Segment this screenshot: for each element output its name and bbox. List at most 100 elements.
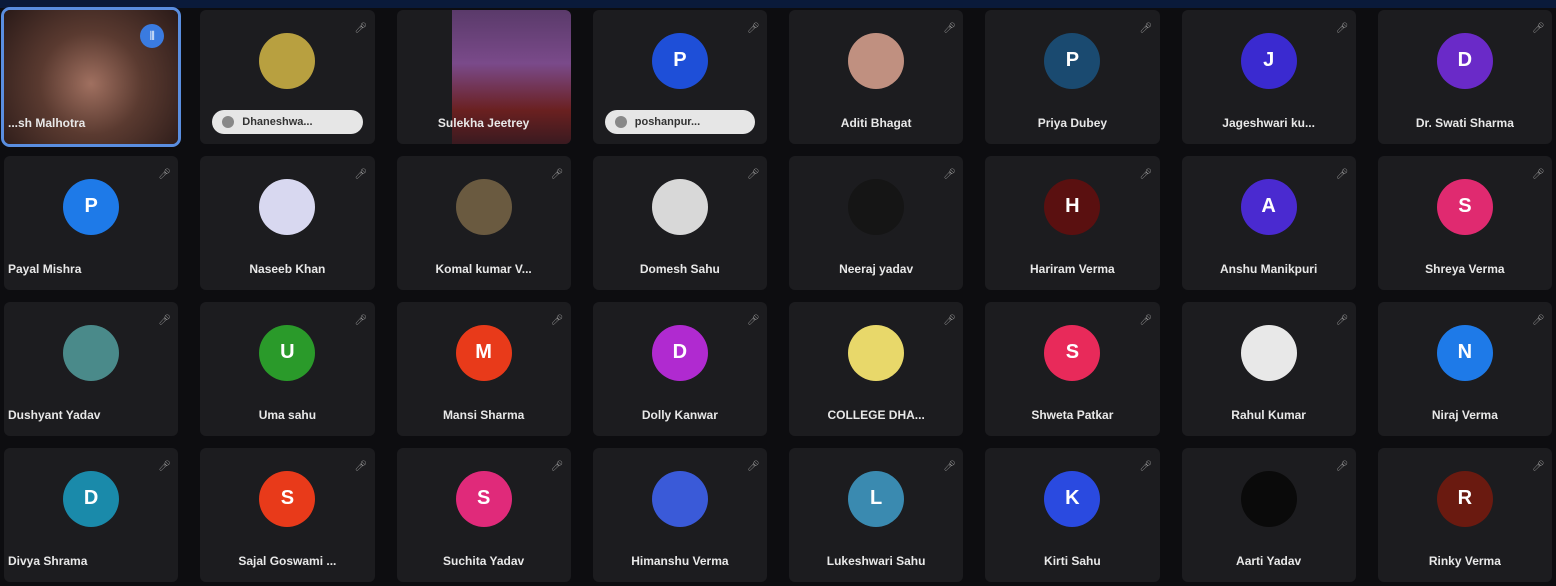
participant-name: Rahul Kumar <box>1231 408 1306 422</box>
participant-name: Domesh Sahu <box>639 262 720 276</box>
mic-off-icon: 🎤︎ <box>354 315 368 326</box>
participant-name: Niraj Verma <box>1431 408 1498 422</box>
participant-name: Neeraj yadav <box>839 262 914 276</box>
participant-tile[interactable]: Sulekha Jeetrey <box>396 10 571 144</box>
avatar: H <box>1044 178 1101 235</box>
avatar: L <box>848 470 905 527</box>
participant-tile[interactable]: 🎤︎ Dhaneshwa... <box>200 10 375 144</box>
participant-tile[interactable]: 🎤︎ R Rinky Verma <box>1377 448 1552 582</box>
participant-tile[interactable]: 🎤︎ Domesh Sahu <box>592 156 767 290</box>
participant-tile[interactable]: 🎤︎ Dushyant Yadav <box>4 302 179 436</box>
participant-tile[interactable]: 🎤︎ Aditi Bhagat <box>789 10 964 144</box>
mic-off-icon: 🎤︎ <box>747 169 760 180</box>
participant-tile[interactable]: 🎤︎ K Kirti Sahu <box>985 448 1160 582</box>
participant-name: Shweta Patkar <box>1031 408 1114 422</box>
avatar: D <box>1436 32 1493 89</box>
participant-tile[interactable]: 🎤︎ D Dolly Kanwar <box>592 302 767 436</box>
participant-tile[interactable]: 🎤︎ COLLEGE DHA... <box>789 302 964 436</box>
mic-off-icon: 🎤︎ <box>1139 315 1153 326</box>
avatar <box>259 32 316 89</box>
avatar: S <box>259 470 316 527</box>
pinned-name-pill[interactable]: poshanpur... <box>604 110 755 134</box>
participant-tile[interactable]: 🎤︎ L Lukeshwari Sahu <box>789 448 964 582</box>
participant-tile[interactable]: 🎤︎ P Payal Mishra <box>4 156 179 290</box>
participant-tile[interactable]: 🎤︎ P Priya Dubey <box>985 10 1160 144</box>
participant-tile[interactable]: 🎤︎ S Shreya Verma <box>1377 156 1552 290</box>
avatar: S <box>455 470 512 527</box>
participant-name: Dushyant Yadav <box>8 408 101 422</box>
mic-off-icon: 🎤︎ <box>1335 461 1349 472</box>
mic-off-icon: 🎤︎ <box>1532 23 1545 34</box>
avatar: N <box>1436 324 1493 381</box>
participant-tile[interactable]: 🎤︎ Pposhanpur... <box>592 10 767 144</box>
avatar <box>651 178 708 235</box>
avatar: D <box>63 470 120 527</box>
mic-off-icon: 🎤︎ <box>1139 23 1153 34</box>
pinned-name-pill[interactable]: Dhaneshwa... <box>212 110 363 134</box>
participant-name: Sajal Goswami ... <box>238 554 337 568</box>
participant-tile[interactable]: 🎤︎ D Dr. Swati Sharma <box>1377 10 1552 144</box>
participant-name: Kirti Sahu <box>1044 554 1101 568</box>
participant-name: Anshu Manikpuri <box>1219 262 1318 276</box>
mic-off-icon: 🎤︎ <box>354 169 368 180</box>
participant-tile[interactable]: 🎤︎ N Niraj Verma <box>1377 302 1552 436</box>
mic-off-icon: 🎤︎ <box>1139 169 1153 180</box>
mic-off-icon: 🎤︎ <box>1532 461 1545 472</box>
participant-tile[interactable]: 🎤︎ A Anshu Manikpuri <box>1181 156 1356 290</box>
participant-tile[interactable]: 🎤︎ Aarti Yadav <box>1181 448 1356 582</box>
participant-tile[interactable]: 🎤︎ S Suchita Yadav <box>396 448 571 582</box>
participant-tile[interactable]: 🎤︎ U Uma sahu <box>200 302 375 436</box>
avatar <box>848 178 905 235</box>
participant-name: Dr. Swati Sharma <box>1415 116 1514 130</box>
avatar <box>848 32 905 89</box>
participant-tile[interactable]: 🎤︎ Komal kumar V... <box>396 156 571 290</box>
avatar: M <box>455 324 512 381</box>
avatar: S <box>1436 178 1493 235</box>
mic-off-icon: 🎤︎ <box>158 169 171 180</box>
avatar <box>848 324 905 381</box>
participant-name: Lukeshwari Sahu <box>826 554 926 568</box>
participant-tile[interactable]: 🎤︎ Neeraj yadav <box>789 156 964 290</box>
participant-tile[interactable]: 🎤︎ S Shweta Patkar <box>985 302 1160 436</box>
mic-off-icon: 🎤︎ <box>943 23 956 34</box>
participant-tile[interactable]: 🎤︎ H Hariram Verma <box>985 156 1160 290</box>
participant-tile[interactable]: 🎤︎ Naseeb Khan <box>200 156 375 290</box>
participant-name: Uma sahu <box>258 408 317 422</box>
participant-tile[interactable]: 🎤︎ M Mansi Sharma <box>396 302 571 436</box>
participant-name: Dolly Kanwar <box>641 408 718 422</box>
participant-name: Komal kumar V... <box>435 262 532 276</box>
participant-tile[interactable]: 🎤︎ D Divya Shrama <box>4 448 179 582</box>
participant-tile[interactable]: 🎤︎ J Jageshwari ku... <box>1181 10 1356 144</box>
mic-off-icon: 🎤︎ <box>158 461 171 472</box>
participant-name: Divya Shrama <box>8 554 88 568</box>
participant-name: Jageshwari ku... <box>1222 116 1315 130</box>
pin-icon <box>222 116 235 128</box>
avatar: U <box>259 324 316 381</box>
mic-off-icon: 🎤︎ <box>747 315 760 326</box>
avatar: D <box>651 324 708 381</box>
participant-name: ...sh Malhotra <box>8 116 86 130</box>
mic-off-icon: 🎤︎ <box>1335 23 1349 34</box>
avatar <box>259 178 316 235</box>
mic-off-icon: 🎤︎ <box>158 315 171 326</box>
pin-icon <box>614 116 627 128</box>
participant-name: Payal Mishra <box>8 262 82 276</box>
avatar: A <box>1240 178 1297 235</box>
avatar <box>651 470 708 527</box>
participant-tile[interactable]: 🎤︎ S Sajal Goswami ... <box>200 448 375 582</box>
participant-name: Aditi Bhagat <box>840 116 912 130</box>
participant-name: Hariram Verma <box>1030 262 1115 276</box>
participant-name: Dhaneshwa... <box>242 116 313 128</box>
avatar: K <box>1044 470 1101 527</box>
participant-grid: ⦀ ...sh Malhotra 🎤︎ Dhaneshwa... Sulekha Jee… <box>0 7 1552 582</box>
mic-off-icon: 🎤︎ <box>550 315 564 326</box>
participant-name: Sulekha Jeetrey <box>437 116 530 130</box>
top-bar <box>0 0 1556 8</box>
participant-tile[interactable]: ⦀ ...sh Malhotra <box>0 7 182 147</box>
avatar <box>455 178 512 235</box>
participant-tile[interactable]: 🎤︎ Rahul Kumar <box>1181 302 1356 436</box>
participant-tile[interactable]: 🎤︎ Himanshu Verma <box>592 448 767 582</box>
mic-off-icon: 🎤︎ <box>943 315 956 326</box>
mic-off-icon: 🎤︎ <box>354 461 368 472</box>
mic-off-icon: 🎤︎ <box>943 461 956 472</box>
